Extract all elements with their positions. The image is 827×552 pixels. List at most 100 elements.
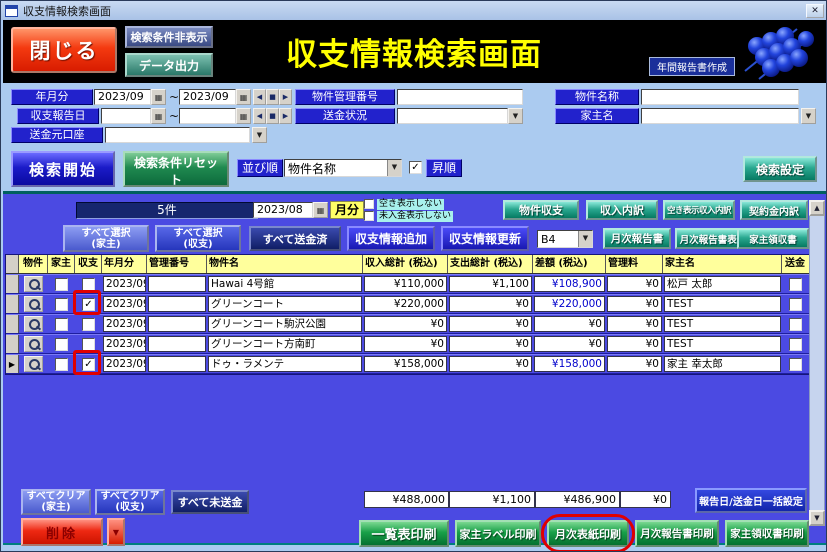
- print-list-button[interactable]: 一覧表印刷: [359, 520, 449, 547]
- cell-property-name[interactable]: グリーンコート方南町: [208, 336, 362, 352]
- contract-money-detail-button[interactable]: 契約金内訳: [740, 200, 808, 220]
- scroll-down-icon[interactable]: ▼: [809, 510, 825, 526]
- clear-all-balance-button[interactable]: すべてクリア (収支): [95, 489, 165, 515]
- owner-checkbox[interactable]: [55, 278, 68, 291]
- calendar-icon[interactable]: ▦: [236, 89, 251, 105]
- year-month-from-input[interactable]: 2023/09: [94, 89, 151, 105]
- record-selector[interactable]: [6, 275, 19, 293]
- cell-income[interactable]: ¥220,000: [364, 296, 447, 312]
- target-month-input[interactable]: 2023/08: [253, 202, 313, 218]
- all-remitted-button[interactable]: すべて送金済: [249, 226, 341, 251]
- owner-checkbox[interactable]: [55, 338, 68, 351]
- cell-expense[interactable]: ¥0: [449, 316, 532, 332]
- cell-difference[interactable]: ¥220,000: [534, 296, 605, 312]
- add-balance-info-button[interactable]: 収支情報追加: [347, 226, 435, 251]
- cell-income[interactable]: ¥158,000: [364, 356, 447, 372]
- cell-difference[interactable]: ¥0: [534, 316, 605, 332]
- remit-checkbox[interactable]: [789, 358, 802, 371]
- cell-property-name[interactable]: グリーンコート駒沢公園: [208, 316, 362, 332]
- chevron-down-icon[interactable]: ▼: [801, 108, 816, 124]
- record-selector[interactable]: [6, 335, 19, 353]
- update-balance-info-button[interactable]: 収支情報更新: [441, 226, 529, 251]
- cell-expense[interactable]: ¥0: [449, 336, 532, 352]
- select-all-balance-button[interactable]: すべて選択 (収支): [155, 225, 241, 252]
- cell-mgmt-no[interactable]: [148, 356, 206, 372]
- record-selector[interactable]: [6, 315, 19, 333]
- hide-search-conditions-button[interactable]: 検索条件非表示: [125, 26, 213, 48]
- magnifier-icon[interactable]: [24, 336, 43, 352]
- print-owner-label-button[interactable]: 家主ラベル印刷: [455, 520, 541, 547]
- batch-date-setting-button[interactable]: 報告日/送金日一括設定: [695, 488, 807, 513]
- cell-mgmt-fee[interactable]: ¥0: [607, 356, 662, 372]
- cell-income[interactable]: ¥0: [364, 316, 447, 332]
- ascending-checkbox[interactable]: ✓: [409, 161, 422, 174]
- search-settings-button[interactable]: 検索設定: [743, 156, 817, 182]
- cell-owner-name[interactable]: 松戸 太郎: [664, 276, 781, 292]
- balance-checkbox[interactable]: [82, 278, 95, 291]
- cell-yearmonth[interactable]: 2023/09: [103, 296, 146, 312]
- cell-difference[interactable]: ¥108,900: [534, 276, 605, 292]
- owner-checkbox[interactable]: [55, 298, 68, 311]
- chevron-down-icon[interactable]: ▼: [252, 127, 267, 143]
- cell-expense[interactable]: ¥0: [449, 356, 532, 372]
- window-close-icon[interactable]: ✕: [806, 4, 824, 18]
- stop-record-button[interactable]: ■: [266, 108, 279, 124]
- report-date-to-input[interactable]: [179, 108, 236, 124]
- record-selector[interactable]: [6, 295, 19, 313]
- cell-property-name[interactable]: グリーンコート: [208, 296, 362, 312]
- prev-record-button[interactable]: ◀: [253, 89, 266, 105]
- vertical-scrollbar[interactable]: [809, 200, 825, 526]
- cell-expense[interactable]: ¥0: [449, 296, 532, 312]
- remit-status-select[interactable]: [397, 108, 508, 124]
- remit-checkbox[interactable]: [789, 278, 802, 291]
- remit-checkbox[interactable]: [789, 338, 802, 351]
- next-record-button[interactable]: ▶: [279, 89, 292, 105]
- cell-mgmt-fee[interactable]: ¥0: [607, 296, 662, 312]
- cell-mgmt-no[interactable]: [148, 316, 206, 332]
- sort-order-select[interactable]: 物件名称 ▼: [284, 159, 402, 177]
- magnifier-icon[interactable]: [24, 296, 43, 312]
- scroll-up-icon[interactable]: ▲: [809, 200, 825, 216]
- remit-checkbox[interactable]: [789, 298, 802, 311]
- remit-checkbox[interactable]: [789, 318, 802, 331]
- cell-property-name[interactable]: ドゥ・ラメンテ: [208, 356, 362, 372]
- cell-mgmt-no[interactable]: [148, 336, 206, 352]
- remit-account-select[interactable]: [105, 127, 250, 143]
- delete-dropdown-icon[interactable]: ▼: [107, 518, 125, 546]
- cell-yearmonth[interactable]: 2023/09: [103, 356, 146, 372]
- stop-record-button[interactable]: ■: [266, 89, 279, 105]
- cell-difference[interactable]: ¥0: [534, 336, 605, 352]
- magnifier-icon[interactable]: [24, 276, 43, 292]
- cell-income[interactable]: ¥110,000: [364, 276, 447, 292]
- owner-receipt-button[interactable]: 家主領収書: [737, 228, 809, 249]
- monthly-report-button[interactable]: 月次報告書: [603, 228, 671, 249]
- cell-yearmonth[interactable]: 2023/09: [103, 276, 146, 292]
- cell-owner-name[interactable]: TEST: [664, 296, 781, 312]
- cell-owner-name[interactable]: TEST: [664, 336, 781, 352]
- select-all-owner-button[interactable]: すべて選択 (家主): [63, 225, 149, 252]
- cell-mgmt-fee[interactable]: ¥0: [607, 276, 662, 292]
- hide-vacancy-checkbox[interactable]: [364, 199, 374, 209]
- property-no-input[interactable]: [397, 89, 523, 105]
- cell-yearmonth[interactable]: 2023/09: [103, 336, 146, 352]
- delete-button[interactable]: 削除: [21, 518, 103, 546]
- cell-mgmt-no[interactable]: [148, 296, 206, 312]
- vacancy-income-detail-button[interactable]: 空き表示収入内訳: [663, 200, 735, 220]
- property-balance-button[interactable]: 物件収支: [503, 200, 579, 220]
- cell-mgmt-no[interactable]: [148, 276, 206, 292]
- owner-name-input[interactable]: [641, 108, 799, 124]
- owner-checkbox[interactable]: [55, 358, 68, 371]
- cell-mgmt-fee[interactable]: ¥0: [607, 336, 662, 352]
- print-monthly-report-button[interactable]: 月次報告書印刷: [635, 520, 719, 547]
- calendar-icon[interactable]: ▦: [236, 108, 251, 124]
- search-reset-button[interactable]: 検索条件リセット: [123, 151, 229, 187]
- print-owner-receipt-button[interactable]: 家主領収書印刷: [725, 520, 809, 547]
- calendar-icon[interactable]: ▦: [313, 202, 328, 218]
- hide-unpaid-checkbox[interactable]: [364, 211, 374, 221]
- income-detail-button[interactable]: 収入内訳: [586, 200, 658, 220]
- next-record-button[interactable]: ▶: [279, 108, 292, 124]
- balance-checkbox[interactable]: [82, 338, 95, 351]
- magnifier-icon[interactable]: [24, 316, 43, 332]
- paper-size-select[interactable]: B4 ▼: [537, 230, 593, 248]
- cell-property-name[interactable]: Hawai 4号館: [208, 276, 362, 292]
